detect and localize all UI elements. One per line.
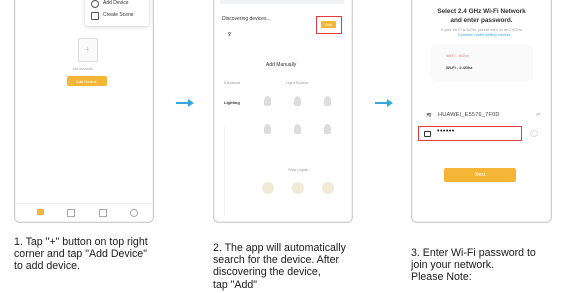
add-device-button-label: Add Device [76, 79, 97, 84]
category-list-lines [224, 126, 247, 216]
discovering-text: Discovering devices... [222, 16, 271, 22]
switch-network-icon[interactable]: ⇄ [536, 112, 540, 118]
wifi-title-line1: Select 2.4 GHz Wi-Fi Network [437, 8, 526, 15]
phone-screen-step2: Discovering devices... ♆ Add Add Manuall… [213, 0, 353, 223]
next-button[interactable]: Next [444, 168, 516, 182]
strip-light-icon[interactable] [292, 182, 304, 194]
bulb-icon[interactable] [324, 124, 331, 134]
caption-line: 2. The app will automatically [213, 242, 346, 254]
caption-line: 1. Tap "+" button on top right [14, 236, 148, 248]
wifi-5g-option: Wi-Fi - 5Ghz [446, 53, 469, 58]
wifi-title-line2: and enter password. [450, 17, 513, 24]
tab-home-icon[interactable] [37, 209, 44, 215]
caption-line: tap "Add" [213, 278, 258, 291]
next-button-label: Next [474, 172, 486, 178]
caption-line: discovering the device, [213, 266, 321, 279]
caption-line: to add device. [14, 260, 80, 273]
phone-screen-step1: Add Device Create Scene + No devices Add… [14, 0, 154, 223]
bulb-icon[interactable] [294, 96, 301, 106]
wifi-hint-text: If your Wi-Fi is 5GHz, please set it to … [441, 28, 523, 32]
wifi-24g-option: Wi-Fi - 2.4Ghz [446, 65, 473, 70]
bulb-icon[interactable] [324, 96, 331, 106]
menu-item-add-device-label: Add Device [103, 0, 129, 6]
caption-line: corner and tap "Add Device" [14, 248, 147, 261]
device-grid [256, 94, 350, 222]
caption-line: join your network. [411, 259, 495, 272]
bottom-tab-bar [15, 203, 153, 222]
phone-screen-step3: Select 2.4 GHz Wi-Fi Network and enter p… [411, 0, 552, 223]
show-password-icon[interactable] [530, 130, 538, 137]
add-device-button[interactable]: Add Device [67, 76, 107, 86]
caption-line: 3. Enter Wi-Fi password to [411, 247, 536, 259]
scene-icon [91, 12, 99, 20]
bulb-icon[interactable] [294, 124, 301, 134]
caption-step2: 2. The app will automatically search for… [213, 242, 346, 291]
tab-me-icon[interactable] [130, 209, 138, 217]
add-manually-title: Add Manually [266, 62, 297, 68]
no-devices-text: No devices [73, 66, 93, 71]
wifi-band-illustration: Wi-Fi - 5Ghz Wi-Fi - 2.4Ghz [432, 46, 532, 80]
menu-item-create-scene[interactable]: Create Scene [91, 11, 147, 21]
subcategory-light-source: Light Source [286, 80, 309, 85]
tab-smart-icon[interactable] [99, 209, 107, 217]
tab-scene-icon[interactable] [67, 209, 75, 217]
wifi-icon: ≋ [426, 112, 432, 119]
add-menu-popup: Add Device Create Scene [85, 0, 149, 26]
caption-step3: 3. Enter Wi-Fi password to join your net… [411, 247, 536, 284]
arrow-right-icon [176, 99, 194, 107]
menu-item-create-scene-label: Create Scene [103, 12, 134, 18]
arrow-right-icon [375, 99, 393, 107]
discovered-bulb-icon: ♆ [226, 29, 233, 39]
password-value: •••••• [437, 128, 455, 135]
router-setting-link[interactable]: Common router setting method [458, 33, 510, 37]
add-discovered-device-button[interactable]: Add [316, 16, 342, 34]
category-lighting[interactable]: Lighting [224, 100, 240, 105]
password-field[interactable]: •••••• [418, 126, 522, 141]
add-device-icon [91, 0, 99, 8]
menu-item-add-device[interactable]: Add Device [91, 0, 147, 9]
network-name[interactable]: HUAWEI_E5576_7F0D [438, 112, 500, 118]
caption-line: search for the device. After [213, 254, 340, 267]
strip-light-icon[interactable] [322, 182, 334, 194]
bulb-icon[interactable] [264, 124, 271, 134]
subcategory-strip-lights: Strip Lights [288, 167, 309, 172]
category-electrical[interactable]: Electrical [224, 80, 240, 85]
bulb-icon[interactable] [264, 96, 271, 106]
caption-step1: 1. Tap "+" button on top right corner an… [14, 236, 148, 273]
add-button-label: Add [325, 22, 333, 27]
lock-icon [424, 131, 431, 137]
empty-document-icon: + [78, 38, 98, 62]
strip-light-icon[interactable] [262, 182, 274, 194]
caption-line: Please Note: [411, 271, 472, 284]
top-notice [220, 0, 344, 4]
